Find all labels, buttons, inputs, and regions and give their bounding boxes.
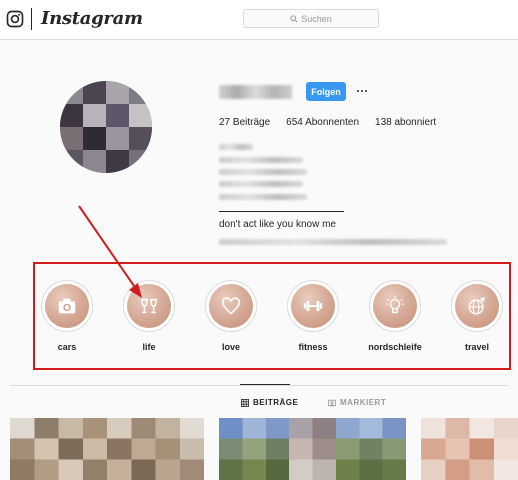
highlight-cars[interactable]: cars (37, 280, 97, 352)
lightbulb-icon (386, 296, 404, 314)
post-thumbnail[interactable] (10, 418, 204, 480)
camera-icon (58, 298, 76, 314)
post-thumbnail[interactable] (421, 418, 518, 480)
followers-count[interactable]: 654 Abonnenten (286, 117, 359, 128)
highlight-love[interactable]: love (201, 280, 261, 352)
highlights-annotation-box (33, 262, 511, 370)
active-tab-indicator (240, 384, 290, 385)
following-count[interactable]: 138 abonniert (375, 117, 436, 128)
highlight-label: love (221, 342, 240, 352)
bio-line-redacted (219, 194, 307, 200)
tab-posts[interactable]: BEITRÄGE (241, 398, 298, 407)
posts-count: 27 Beiträge (219, 117, 271, 128)
bio-line-redacted (219, 144, 253, 150)
bio-line-redacted (219, 169, 307, 175)
highlight-label: nordschleife (368, 342, 422, 352)
grid-icon (241, 398, 249, 407)
search-icon (290, 14, 298, 23)
tag-icon (328, 399, 336, 406)
tabs-divider (10, 385, 508, 386)
search-placeholder: Suchen (301, 13, 332, 24)
tab-label: BEITRÄGE (253, 398, 299, 407)
top-navigation-bar: Instagram Suchen (0, 0, 518, 40)
bio-line-redacted (219, 181, 303, 187)
highlight-label: fitness (298, 342, 328, 352)
bio-line-redacted (219, 157, 303, 163)
bio-divider (219, 211, 344, 212)
instagram-glyph-icon[interactable] (6, 10, 24, 28)
heart-icon (221, 297, 241, 315)
username-redacted (219, 85, 292, 99)
highlight-fitness[interactable]: fitness (283, 280, 343, 352)
dumbbell-icon (303, 300, 323, 312)
bio-tagline: don't act like you know me (219, 219, 336, 230)
profile-avatar[interactable] (60, 81, 152, 173)
search-input[interactable]: Suchen (243, 9, 379, 28)
follow-button[interactable]: Folgen (306, 82, 346, 101)
highlight-label: travel (464, 342, 490, 352)
highlight-label: life (142, 342, 156, 352)
instagram-wordmark[interactable]: Instagram (41, 8, 143, 29)
bio-link-redacted[interactable] (219, 239, 447, 245)
highlight-life[interactable]: life (119, 280, 179, 352)
highlight-label: cars (57, 342, 77, 352)
post-thumbnail[interactable] (219, 418, 406, 480)
header-divider (31, 8, 32, 30)
profile-stats: 27 Beiträge 654 Abonnenten 138 abonniert (219, 117, 436, 128)
highlight-travel[interactable]: travel (447, 280, 507, 352)
more-options-icon[interactable] (355, 84, 369, 98)
globe-icon (468, 296, 486, 315)
tab-tagged[interactable]: MARKIERT (328, 398, 386, 407)
cheers-glasses-icon (140, 298, 158, 314)
highlight-nordschleife[interactable]: nordschleife (365, 280, 425, 352)
tab-label: MARKIERT (340, 398, 387, 407)
